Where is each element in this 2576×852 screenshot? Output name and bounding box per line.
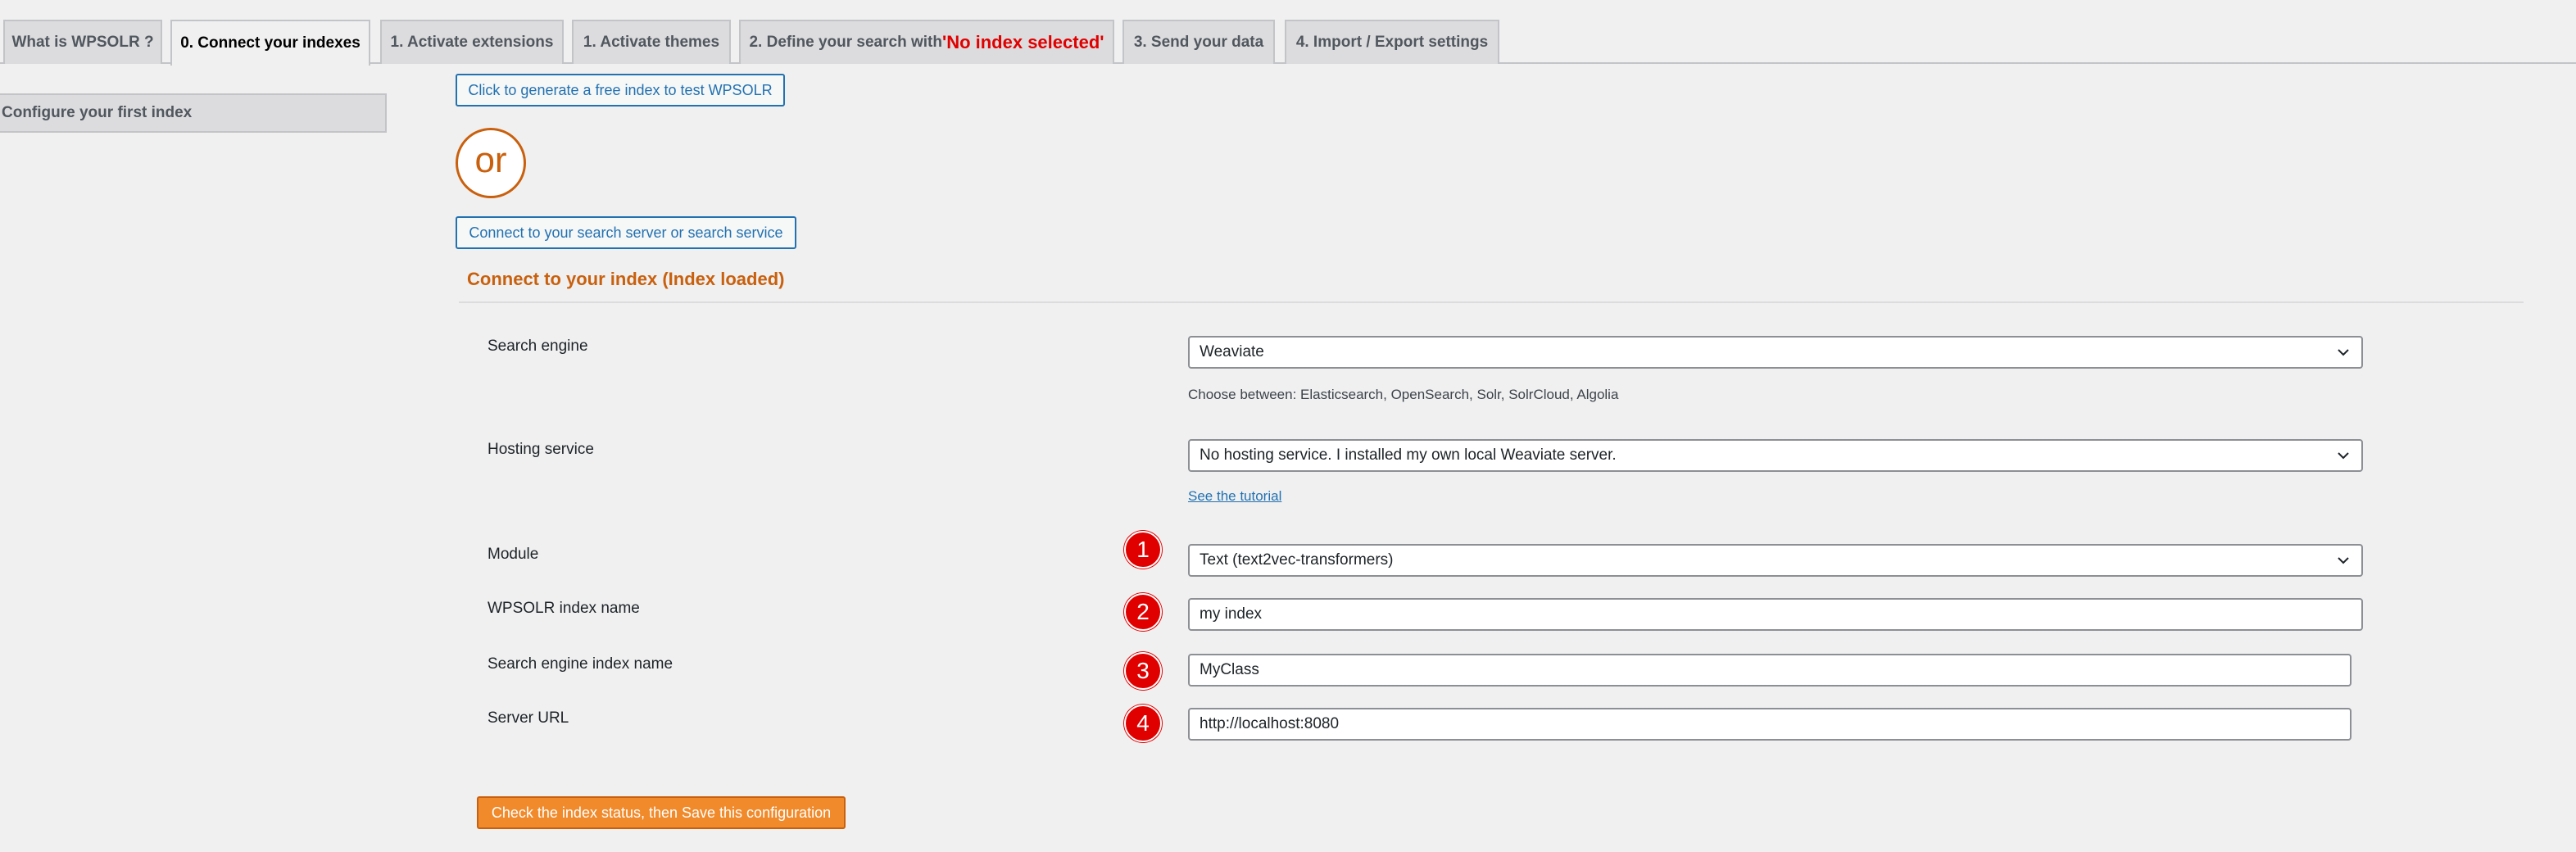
- section-title: Connect to your index (Index loaded): [467, 269, 785, 289]
- or-divider: or: [456, 128, 526, 198]
- button-label: Click to generate a free index to test W…: [468, 81, 773, 98]
- hosting-service-select[interactable]: No hosting service. I installed my own l…: [1188, 439, 2363, 472]
- search-engine-help: Choose between: Elasticsearch, OpenSearc…: [1188, 387, 1619, 402]
- tab-label: 4. Import / Export settings: [1295, 34, 1489, 51]
- sidebar-item-configure-first-index[interactable]: Configure your first index: [0, 93, 387, 133]
- tab-what-is-wpsolr[interactable]: What is WPSOLR ?: [3, 20, 162, 64]
- server-url-input[interactable]: http://localhost:8080: [1188, 708, 2352, 741]
- input-value: MyClass: [1200, 661, 1259, 678]
- chevron-down-icon: [2338, 452, 2349, 460]
- step-badge-3: 3: [1124, 652, 1162, 690]
- tab-quote-close: ': [1100, 32, 1104, 52]
- server-url-label: Server URL: [488, 709, 569, 727]
- step-badge-4: 4: [1124, 705, 1162, 742]
- wpsolr-index-name-input[interactable]: my index: [1188, 598, 2363, 631]
- tab-label: 2. Define your search with: [749, 34, 942, 51]
- tab-send-data[interactable]: 3. Send your data: [1122, 20, 1275, 64]
- engine-index-name-input[interactable]: MyClass: [1188, 654, 2352, 687]
- chevron-down-icon: [2338, 557, 2349, 564]
- tab-label: 1. Activate extensions: [390, 34, 554, 51]
- generate-free-index-button[interactable]: Click to generate a free index to test W…: [456, 74, 785, 106]
- tab-label: 3. Send your data: [1133, 34, 1264, 51]
- check-and-save-button[interactable]: Check the index status, then Save this c…: [477, 796, 846, 829]
- search-engine-label: Search engine: [488, 338, 588, 355]
- input-value: my index: [1200, 605, 1263, 623]
- tab-define-search[interactable]: 2. Define your search with ' No index sel…: [739, 20, 1114, 64]
- sidebar-item-label: Configure your first index: [2, 104, 193, 121]
- select-value: Weaviate: [1200, 343, 1264, 360]
- section-divider: [459, 301, 2524, 303]
- select-value: Text (text2vec-transformers): [1200, 551, 1394, 569]
- tab-import-export[interactable]: 4. Import / Export settings: [1285, 20, 1499, 64]
- tab-activate-extensions[interactable]: 1. Activate extensions: [380, 20, 564, 64]
- module-label: Module: [488, 546, 539, 563]
- input-value: http://localhost:8080: [1200, 715, 1340, 732]
- or-label: or: [474, 140, 507, 180]
- step-badge-2: 2: [1124, 593, 1162, 631]
- button-label: Connect to your search server or search …: [469, 224, 783, 241]
- hosting-service-label: Hosting service: [488, 441, 594, 458]
- search-engine-select[interactable]: Weaviate: [1188, 336, 2363, 369]
- button-label: Check the index status, then Save this c…: [491, 804, 832, 821]
- tab-label: 1. Activate themes: [583, 34, 720, 51]
- tab-label: 0. Connect your indexes: [180, 34, 361, 52]
- tab-activate-themes[interactable]: 1. Activate themes: [572, 20, 731, 64]
- tab-connect-indexes[interactable]: 0. Connect your indexes: [170, 20, 370, 66]
- see-tutorial-link[interactable]: See the tutorial: [1188, 488, 1281, 505]
- select-value: No hosting service. I installed my own l…: [1200, 446, 1617, 464]
- chevron-down-icon: [2338, 349, 2349, 356]
- module-select[interactable]: Text (text2vec-transformers): [1188, 544, 2363, 577]
- no-index-selected-text: No index selected: [946, 32, 1100, 52]
- tab-label: What is WPSOLR ?: [11, 34, 154, 51]
- engine-index-name-label: Search engine index name: [488, 655, 673, 673]
- wpsolr-index-name-label: WPSOLR index name: [488, 600, 640, 617]
- connect-search-server-button[interactable]: Connect to your search server or search …: [456, 216, 796, 249]
- step-badge-1: 1: [1124, 531, 1162, 569]
- tab-bar: What is WPSOLR ? 0. Connect your indexes…: [0, 0, 2576, 66]
